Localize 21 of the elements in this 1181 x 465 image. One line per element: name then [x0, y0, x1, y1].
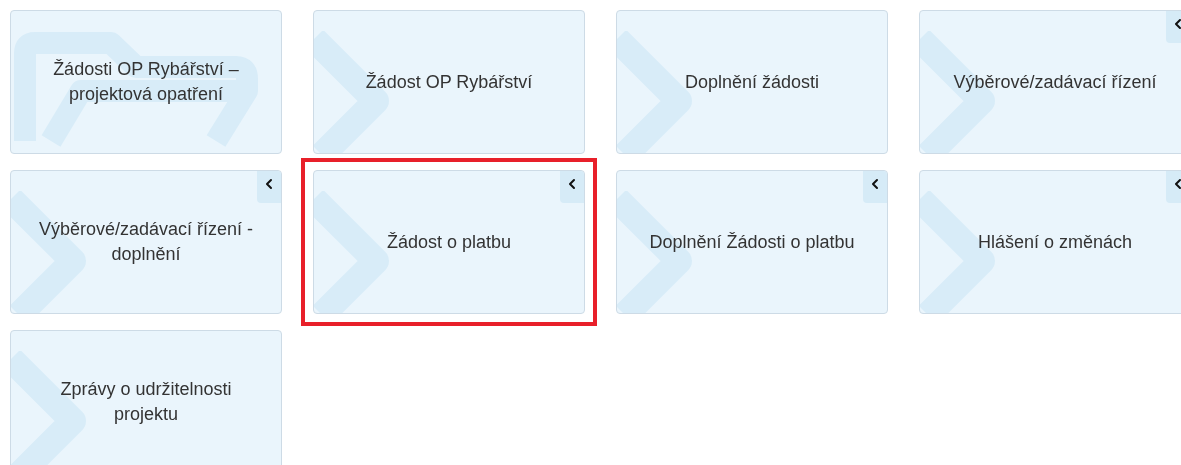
tile-label: Výběrové/zadávací řízení - doplnění: [37, 218, 255, 266]
tile-label: Žádosti OP Rybářství – projektová opatření: [52, 58, 240, 106]
tile-label: Výběrové/zadávací řízení: [953, 70, 1157, 94]
menu-tile[interactable]: Doplnění žádosti: [616, 10, 888, 154]
collapse-button[interactable]: [560, 171, 584, 203]
tile-label: Žádost OP Rybářství: [365, 70, 533, 94]
tile-label: Hlášení o změnách: [977, 230, 1133, 254]
menu-tile[interactable]: Žádosti OP Rybářství – projektová opatření: [10, 10, 282, 154]
menu-tile[interactable]: Žádost OP Rybářství: [313, 10, 585, 154]
menu-tile[interactable]: Doplnění Žádosti o platbu: [616, 170, 888, 314]
tile-label: Doplnění Žádosti o platbu: [649, 230, 855, 254]
menu-tile[interactable]: Výběrové/zadávací řízení - doplnění: [10, 170, 282, 314]
tile-label: Zprávy o udržitelnosti projektu: [59, 378, 233, 426]
menu-tile[interactable]: Hlášení o změnách: [919, 170, 1181, 314]
tile-label: Žádost o platbu: [386, 230, 512, 254]
collapse-button[interactable]: [863, 171, 887, 203]
collapse-button[interactable]: [257, 171, 281, 203]
menu-tile[interactable]: Žádost o platbu: [313, 170, 585, 314]
menu-tile[interactable]: Zprávy o udržitelnosti projektu: [10, 330, 282, 465]
menu-tile[interactable]: Výběrové/zadávací řízení: [919, 10, 1181, 154]
tile-label: Doplnění žádosti: [684, 70, 820, 94]
